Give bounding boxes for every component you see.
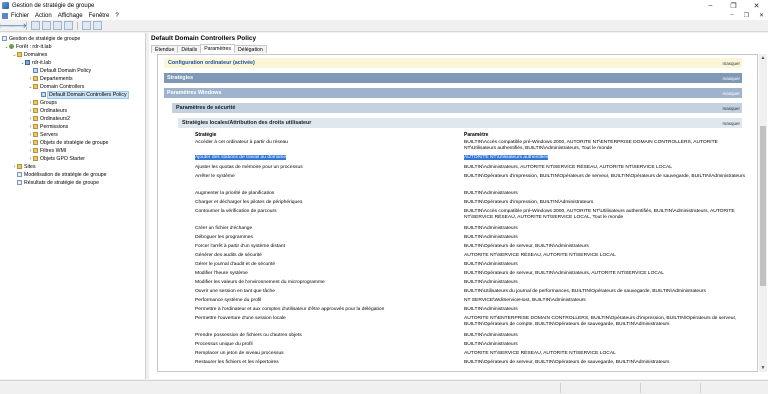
minimize-button[interactable]: – xyxy=(699,0,722,11)
ou-icon xyxy=(33,116,38,121)
menu-bar: Fichier Action Affichage Fenêtre ? – ❐ ✕ xyxy=(0,11,768,20)
tree-domains[interactable]: ⌄ Domaines xyxy=(12,51,47,58)
status-bar xyxy=(0,380,768,394)
tree-forest[interactable]: ⌄ Forêt : rdr-it.lab xyxy=(4,43,51,50)
hide-link[interactable]: masquer xyxy=(722,61,740,66)
hide-link[interactable]: masquer xyxy=(722,106,740,111)
console-tree-icon[interactable] xyxy=(42,21,51,30)
vertical-scrollbar[interactable]: ▲ ▼ xyxy=(759,54,767,372)
details-panel: Default Domain Controllers Policy Étendu… xyxy=(149,33,768,379)
modeling-icon xyxy=(17,172,22,177)
scroll-down-icon[interactable]: ▼ xyxy=(759,364,767,372)
status-cell xyxy=(560,383,561,393)
section-windows-settings[interactable]: Paramètres Windows masquer xyxy=(164,88,742,98)
tree-item-default-dc-policy[interactable]: Default Domain Controllers Policy xyxy=(41,90,129,99)
gpo-link-icon xyxy=(33,68,38,73)
results-icon xyxy=(17,180,22,185)
console-icon xyxy=(2,12,8,19)
window-titlebar: Gestion de stratégie de groupe – ❐ ✕ xyxy=(0,0,768,11)
section-computer-config[interactable]: Configuration ordinateur (activée) masque… xyxy=(164,58,742,68)
hide-link[interactable]: masquer xyxy=(722,121,740,126)
tab-details[interactable]: Détails xyxy=(177,45,202,53)
ou-icon xyxy=(33,100,38,105)
selected-text: AUTORITE NT\Utilisateurs authentifiés xyxy=(464,155,549,160)
refresh-icon[interactable] xyxy=(53,21,62,30)
scroll-up-icon[interactable]: ▲ xyxy=(759,54,767,62)
tree-item-gpo-objects[interactable]: › Objets de stratégie de groupe xyxy=(28,139,109,146)
child-window-controls: – ❐ ✕ xyxy=(730,12,764,19)
help-icon[interactable] xyxy=(82,21,91,30)
sites-icon xyxy=(17,164,22,169)
menu-action[interactable]: Action xyxy=(35,13,52,19)
hide-link[interactable]: masquer xyxy=(722,76,740,81)
console-tree: Gestion de stratégie de groupe ⌄ Forêt : … xyxy=(0,33,146,379)
tree-sites[interactable]: › Sites xyxy=(12,163,36,170)
menu-aide[interactable]: ? xyxy=(115,13,118,19)
tree-item-ordinateurs2[interactable]: › Ordinateurs2 xyxy=(28,115,70,122)
folder-icon xyxy=(17,52,22,57)
column-header-policy: Stratégie xyxy=(195,132,217,138)
close-button[interactable]: ✕ xyxy=(745,0,768,11)
toolbar-separator xyxy=(26,21,27,30)
tree-modeling[interactable]: Modélisation de stratégie de groupe xyxy=(17,171,106,178)
ou-icon xyxy=(33,124,38,129)
tree-item-starter-gpos[interactable]: › Objets GPO Starter xyxy=(28,155,85,162)
page-title: Default Domain Controllers Policy xyxy=(151,35,257,42)
tree-domain[interactable]: ⌄ rdr-it.lab xyxy=(20,59,51,66)
child-close-button[interactable]: ✕ xyxy=(759,12,764,19)
scrollbar-thumb[interactable] xyxy=(760,126,766,286)
forward-button[interactable]: 🡒 xyxy=(8,21,27,30)
ou-icon xyxy=(33,108,38,113)
hide-link[interactable]: masquer xyxy=(722,91,740,96)
tree-item-wmi-filters[interactable]: › Filtres WMI xyxy=(28,147,67,154)
menu-affichage[interactable]: Affichage xyxy=(58,13,83,19)
selected-text: Ajouter des stations de travail au domai… xyxy=(195,155,287,160)
window-controls: – ❐ ✕ xyxy=(699,0,768,11)
folder-icon xyxy=(33,156,38,161)
tree-item-ordinateurs[interactable]: › Ordinateurs xyxy=(28,107,67,114)
section-policies[interactable]: Stratégies masquer xyxy=(164,73,742,83)
tab-parametres[interactable]: Paramètres xyxy=(200,44,235,53)
export-icon[interactable] xyxy=(64,21,73,30)
menu-fenetre[interactable]: Fenêtre xyxy=(89,13,110,19)
ou-icon xyxy=(33,76,38,81)
domain-icon xyxy=(25,60,30,65)
menu-fichier[interactable]: Fichier xyxy=(11,13,29,19)
tab-etendue[interactable]: Étendue xyxy=(151,45,179,53)
tree-item-groups[interactable]: › Groups xyxy=(28,99,57,106)
tree-root[interactable]: Gestion de stratégie de groupe xyxy=(2,35,80,42)
show-tree-icon[interactable] xyxy=(31,21,40,30)
tree-results[interactable]: Résultats de stratégie de groupe xyxy=(17,179,99,186)
tab-strip: Étendue Détails Paramètres Délégation xyxy=(151,44,267,53)
tree-item-default-domain-policy[interactable]: Default Domain Policy xyxy=(33,67,91,74)
child-minimize-button[interactable]: – xyxy=(730,12,733,19)
tree-item-departements[interactable]: › Departements xyxy=(28,75,73,82)
forest-icon xyxy=(9,44,14,49)
tree-item-servers[interactable]: › Servers xyxy=(28,131,58,138)
status-cell xyxy=(700,383,701,393)
settings-report: Configuration ordinateur (activée) masque… xyxy=(157,54,758,372)
folder-icon xyxy=(33,148,38,153)
tree-item-permissions[interactable]: › Permissions xyxy=(28,123,69,130)
toolbar: 🡐 🡒 xyxy=(0,20,768,32)
window-title: Gestion de stratégie de groupe xyxy=(12,2,95,9)
tree-item-domain-controllers[interactable]: ⌄ Domain Controllers xyxy=(28,83,84,90)
tab-delegation[interactable]: Délégation xyxy=(234,45,267,53)
gpmc-app-icon xyxy=(2,2,9,9)
ou-icon xyxy=(33,132,38,137)
gpmc-icon xyxy=(2,36,7,41)
toolbar-separator xyxy=(77,21,78,30)
child-restore-button[interactable]: ❐ xyxy=(744,12,749,19)
maximize-button[interactable]: ❐ xyxy=(722,0,745,11)
section-user-rights[interactable]: Stratégies locales/Attribution des droit… xyxy=(178,118,742,128)
ou-icon xyxy=(33,84,38,89)
status-cell xyxy=(640,383,641,393)
section-security-settings[interactable]: Paramètres de sécurité masquer xyxy=(172,103,742,113)
properties-icon[interactable] xyxy=(93,21,102,30)
folder-icon xyxy=(33,140,38,145)
gpo-link-icon xyxy=(41,92,46,97)
column-header-setting: Paramètre xyxy=(464,132,489,138)
